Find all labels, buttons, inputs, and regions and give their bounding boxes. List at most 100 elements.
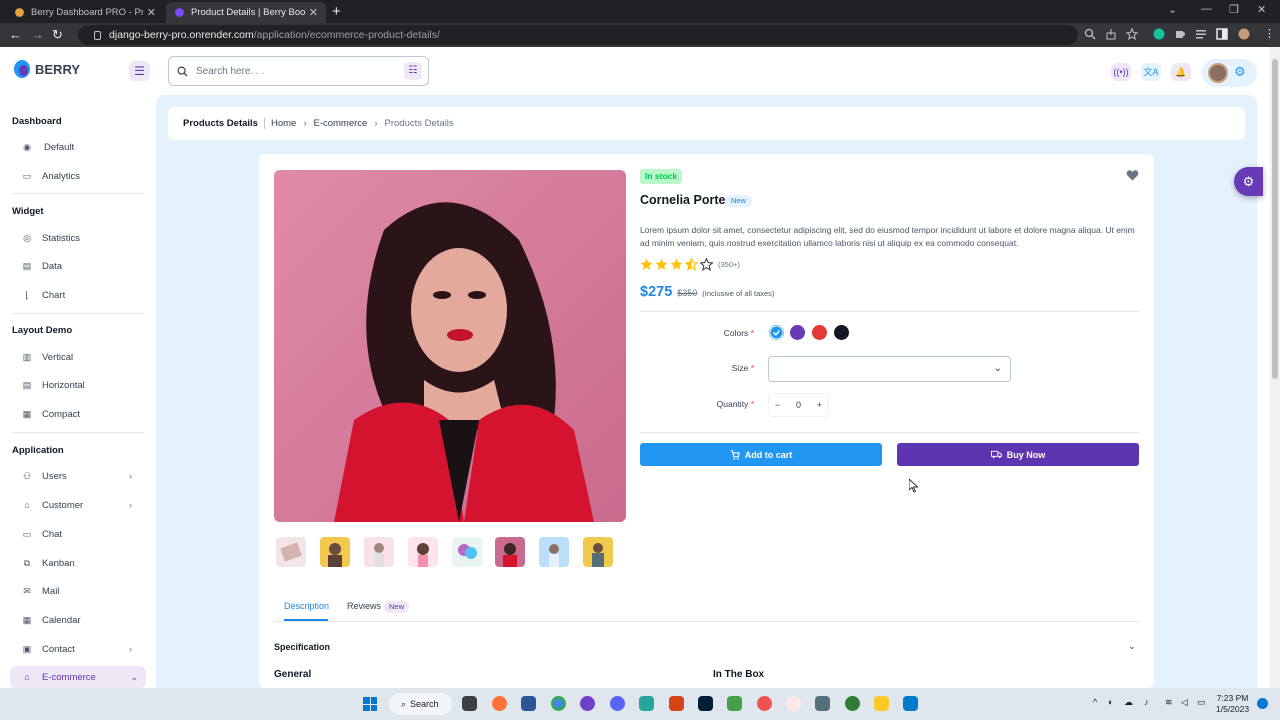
breadcrumb-ecommerce-link[interactable]: E-commerce	[313, 118, 367, 129]
color-swatch-red[interactable]	[812, 325, 827, 340]
minimize-icon[interactable]: —	[1201, 3, 1212, 15]
browser-tab-product-details[interactable]: Product Details | Berry Bootstrap ✕	[166, 2, 326, 23]
windows-start-icon[interactable]	[363, 697, 377, 711]
discord-icon[interactable]	[610, 696, 625, 711]
back-icon[interactable]: ←	[9, 27, 22, 42]
size-select[interactable]: ⌄	[768, 356, 1011, 382]
profile-menu[interactable]: ⚙	[1202, 59, 1257, 87]
add-to-cart-button[interactable]: Add to cart	[640, 443, 882, 466]
heart-icon[interactable]	[1126, 169, 1139, 182]
tray-chevron-icon[interactable]: ^	[1093, 697, 1097, 707]
search-bar[interactable]: Search here. . . ☷	[168, 56, 429, 86]
share-icon[interactable]	[1105, 28, 1117, 40]
close-tab-icon[interactable]: ✕	[147, 6, 156, 19]
powershell-icon[interactable]	[521, 696, 536, 711]
sidebar-item-chart[interactable]: ⌊ Chart	[22, 284, 140, 306]
tray-app-icon[interactable]: ◐	[1108, 697, 1113, 707]
app-icon[interactable]	[669, 696, 684, 711]
grammarly-extension-icon[interactable]	[1153, 28, 1165, 40]
berry-logo[interactable]: BERRY	[14, 60, 80, 78]
breadcrumb-home-link[interactable]: Home	[271, 118, 296, 129]
app-icon[interactable]	[845, 696, 860, 711]
chrome-menu-icon[interactable]: ⋮	[1264, 27, 1275, 40]
quantity-stepper[interactable]: − 0 +	[768, 393, 829, 417]
close-tab-icon[interactable]: ✕	[309, 6, 318, 19]
product-thumbnail[interactable]	[320, 537, 350, 567]
photoshop-icon[interactable]	[698, 696, 713, 711]
zoom-icon[interactable]	[1084, 28, 1096, 40]
file-explorer-icon[interactable]	[874, 696, 889, 711]
app-icon[interactable]	[727, 696, 742, 711]
translate-icon[interactable]: 文A	[1141, 63, 1161, 81]
sidebar-item-compact[interactable]: ▦ Compact	[22, 403, 140, 425]
product-thumbnail[interactable]	[408, 537, 438, 567]
minus-icon[interactable]: −	[775, 400, 780, 410]
profile-avatar-icon[interactable]	[1238, 28, 1250, 40]
app-icon[interactable]	[639, 696, 654, 711]
forward-icon[interactable]: →	[31, 27, 44, 42]
taskbar-search[interactable]: ⌕ Search	[389, 693, 452, 715]
plus-icon[interactable]: +	[817, 400, 822, 410]
task-view-icon[interactable]	[462, 696, 477, 711]
tor-icon[interactable]	[580, 696, 595, 711]
battery-icon[interactable]: ▭	[1197, 697, 1206, 708]
quantity-value[interactable]: 0	[796, 400, 801, 410]
cloud-icon[interactable]: ☁	[1124, 697, 1133, 708]
sidebar-item-contact[interactable]: ▣ Contact ›	[22, 638, 140, 660]
window-close-icon[interactable]: ✕	[1257, 3, 1266, 16]
bookmark-star-icon[interactable]	[1126, 28, 1138, 40]
reading-list-icon[interactable]	[1195, 28, 1207, 40]
taskbar-clock[interactable]: 7:23 PM 1/5/2023	[1216, 693, 1249, 715]
sidebar-item-default[interactable]: ◉ Default	[22, 136, 140, 158]
product-thumbnail[interactable]	[539, 537, 569, 567]
sidebar-item-statistics[interactable]: ◎ Statistics	[22, 227, 140, 249]
color-swatch-navy[interactable]	[834, 325, 849, 340]
microphone-icon[interactable]: ♪	[1144, 697, 1149, 707]
search-filter-icon[interactable]: ☷	[404, 62, 422, 80]
browser-tab-berry-pro[interactable]: Berry Dashboard PRO - Premium ✕	[6, 2, 164, 23]
sidebar-item-data[interactable]: ▤ Data	[22, 255, 140, 277]
sidebar-item-analytics[interactable]: ▭ Analytics	[22, 165, 140, 187]
chrome-icon[interactable]	[551, 696, 566, 711]
app-icon[interactable]	[786, 696, 801, 711]
product-thumbnail[interactable]	[452, 537, 482, 567]
new-tab-button[interactable]: +	[332, 3, 341, 20]
tab-reviews[interactable]: Reviews New	[347, 596, 410, 621]
side-panel-icon[interactable]	[1216, 28, 1228, 40]
vscode-icon[interactable]	[903, 696, 918, 711]
sidebar-item-chat[interactable]: ▭ Chat	[22, 523, 140, 545]
color-swatch-blue[interactable]	[769, 325, 784, 340]
color-swatch-purple[interactable]	[790, 325, 805, 340]
wifi-icon[interactable]: ≋	[1165, 697, 1173, 708]
product-thumbnail[interactable]	[583, 537, 613, 567]
search-input[interactable]: Search here. . .	[196, 66, 404, 77]
notification-badge-icon[interactable]	[1257, 698, 1268, 709]
tab-description[interactable]: Description	[284, 596, 329, 621]
extensions-puzzle-icon[interactable]	[1174, 28, 1186, 40]
sidebar-item-kanban[interactable]: ⧉ Kanban	[22, 552, 140, 574]
sidebar-item-ecommerce[interactable]: ⌂ E-commerce ⌄	[10, 666, 146, 688]
product-thumbnail-selected[interactable]	[495, 537, 525, 567]
reload-icon[interactable]: ↻	[52, 27, 63, 43]
product-thumbnail[interactable]	[276, 537, 306, 567]
bell-icon[interactable]: 🔔	[1171, 63, 1191, 81]
tab-search-chevron-icon[interactable]: ⌄	[1168, 3, 1177, 16]
sidebar-item-customer[interactable]: ⌂ Customer ›	[22, 494, 140, 516]
product-thumbnail[interactable]	[364, 537, 394, 567]
sidebar-item-users[interactable]: ⚇ Users ›	[22, 465, 140, 487]
buy-now-button[interactable]: Buy Now	[897, 443, 1139, 466]
sidebar-item-mail[interactable]: ✉ Mail	[22, 580, 140, 602]
sidebar-item-calendar[interactable]: ▦ Calendar	[22, 609, 140, 631]
specification-accordion[interactable]: Specification	[274, 642, 330, 652]
sidebar-item-vertical[interactable]: ▥ Vertical	[22, 346, 140, 368]
page-scrollbar[interactable]	[1270, 47, 1280, 688]
app-icon[interactable]	[757, 696, 772, 711]
app-icon[interactable]	[815, 696, 830, 711]
sidebar-item-horizontal[interactable]: ▤ Horizontal	[22, 374, 140, 396]
live-customize-icon[interactable]: ((•))	[1111, 63, 1131, 81]
customizer-gear-button[interactable]: ⚙	[1234, 167, 1263, 196]
restore-icon[interactable]: ❐	[1229, 3, 1239, 16]
chevron-down-icon[interactable]: ⌄	[1128, 641, 1136, 652]
address-bar[interactable]: django-berry-pro.onrender.com/applicatio…	[78, 25, 1078, 45]
volume-icon[interactable]: ◁	[1181, 697, 1188, 708]
